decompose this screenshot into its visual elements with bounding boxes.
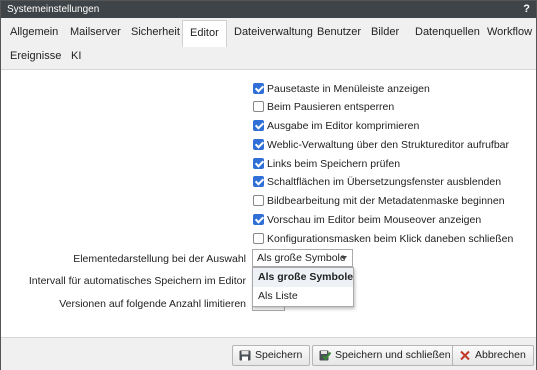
option-label: Vorschau im Editor beim Mouseover anzeig… — [267, 214, 482, 226]
tab-bilder[interactable]: Bilder — [364, 20, 406, 44]
cancel-button[interactable]: Abbrechen — [452, 345, 534, 366]
element-display-select[interactable]: Als große Symbole — [252, 249, 353, 267]
tab-editor[interactable]: Editor — [182, 20, 227, 47]
checkbox[interactable] — [253, 158, 264, 169]
option-label: Pausetaste in Menüleiste anzeigen — [267, 83, 430, 95]
save-and-close-button[interactable]: Speichern und schließen — [312, 345, 459, 366]
tab-benutzer[interactable]: Benutzer — [310, 20, 368, 44]
checkbox[interactable] — [253, 214, 264, 225]
save-icon — [239, 350, 251, 361]
checkbox[interactable] — [253, 83, 264, 94]
tab-sicherheit[interactable]: Sicherheit — [124, 20, 187, 44]
tab-dateiverwaltung[interactable]: Dateiverwaltung — [227, 20, 320, 44]
option-label: Weblic-Verwaltung über den Strukturedito… — [267, 139, 510, 151]
option-label: Konfigurationsmasken beim Klick daneben … — [267, 233, 514, 245]
tab-mailserver[interactable]: Mailserver — [63, 20, 128, 44]
tab-ereignisse[interactable]: Ereignisse — [3, 44, 68, 68]
checkbox[interactable] — [253, 101, 264, 112]
versions-limit-label: Versionen auf folgende Anzahl limitieren — [59, 298, 246, 310]
checkbox[interactable] — [253, 139, 264, 150]
dialog-title: Systemeinstellungen — [7, 4, 100, 15]
cancel-button-label: Abbrechen — [475, 349, 526, 361]
checkbox[interactable] — [253, 195, 264, 206]
option-label: Schaltflächen im Übersetzungsfenster aus… — [267, 176, 502, 188]
option-label: Bildbearbeitung mit der Metadatenmaske b… — [267, 195, 505, 207]
option-label: Ausgabe im Editor komprimieren — [267, 120, 420, 132]
element-display-dropdown: Als große Symbole Als Liste — [252, 267, 354, 307]
checkbox[interactable] — [253, 176, 264, 187]
save-and-close-button-label: Speichern und schließen — [335, 349, 451, 361]
autosave-interval-label: Intervall für automatisches Speichern im… — [28, 275, 246, 287]
save-close-icon — [319, 350, 331, 361]
settings-dialog: Systemeinstellungen ? Allgemein Mailserv… — [0, 0, 537, 370]
dropdown-option-large-icons[interactable]: Als große Symbole — [253, 268, 353, 287]
dialog-footer: Speichern Speichern und schließen Abbrec… — [1, 337, 536, 370]
tab-ki[interactable]: KI — [64, 44, 88, 68]
save-button[interactable]: Speichern — [232, 345, 311, 366]
element-display-label: Elementedarstellung bei der Auswahl — [73, 253, 246, 265]
tab-datenquellen[interactable]: Datenquellen — [408, 20, 487, 44]
chevron-down-icon — [341, 256, 347, 260]
checkbox[interactable] — [253, 233, 264, 244]
tab-allgemein[interactable]: Allgemein — [3, 20, 65, 44]
tab-bar: Allgemein Mailserver Sicherheit Editor D… — [1, 18, 536, 70]
option-label: Links beim Speichern prüfen — [267, 158, 401, 170]
tab-workflow[interactable]: Workflow — [480, 20, 537, 44]
select-value: Als große Symbole — [257, 252, 346, 264]
option-label: Beim Pausieren entsperren — [267, 101, 395, 113]
checkbox[interactable] — [253, 120, 264, 131]
help-icon[interactable]: ? — [523, 1, 530, 18]
dialog-titlebar: Systemeinstellungen ? — [1, 1, 536, 18]
dropdown-option-list[interactable]: Als Liste — [253, 287, 353, 306]
close-icon — [460, 350, 470, 361]
save-button-label: Speichern — [255, 349, 303, 361]
